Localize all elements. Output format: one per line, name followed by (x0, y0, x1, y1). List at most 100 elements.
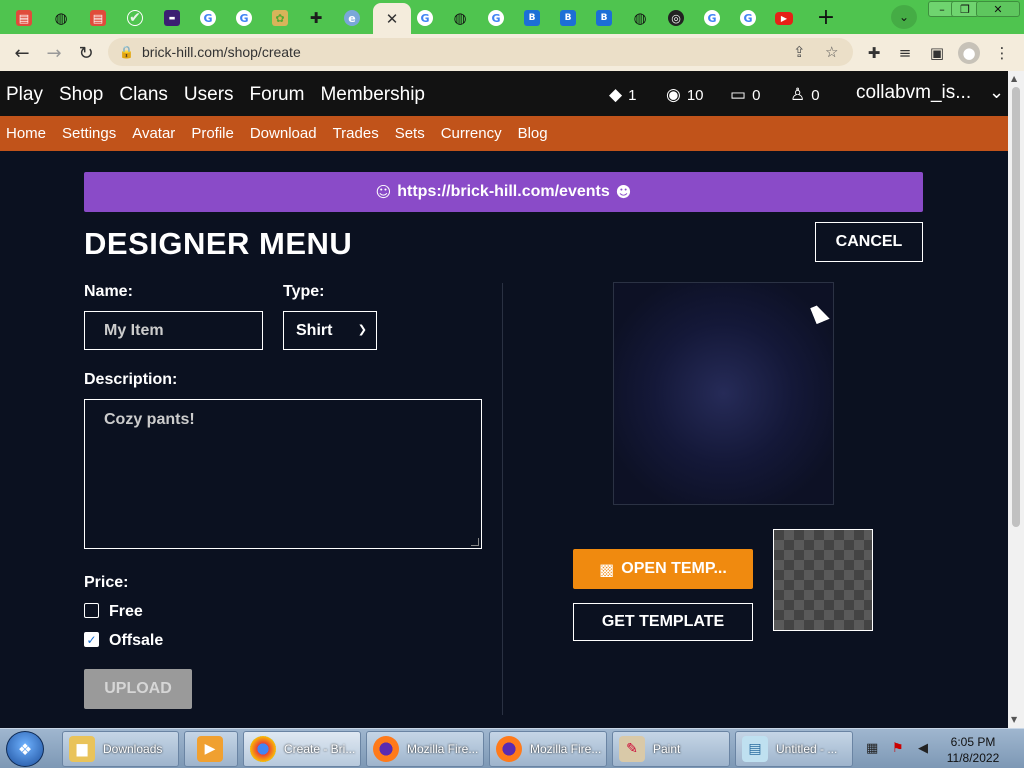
subnav-home[interactable]: Home (6, 125, 46, 142)
browser-tab[interactable]: B (517, 5, 547, 31)
browser-tab[interactable]: ◍ (46, 5, 76, 31)
url-text[interactable]: brick-hill.com/shop/create (142, 44, 301, 60)
google-icon: G (488, 10, 504, 26)
chevron-down-icon[interactable]: ⌄ (989, 82, 1004, 103)
notepad-icon: ▤ (742, 736, 768, 762)
free-checkbox[interactable] (84, 603, 99, 618)
resize-handle[interactable] (471, 538, 479, 546)
description-textarea[interactable]: Cozy pants! (84, 399, 482, 549)
subnav-blog[interactable]: Blog (518, 125, 548, 142)
browser-tab[interactable]: G (193, 5, 223, 31)
network-icon[interactable]: ▦ (866, 741, 878, 756)
address-bar[interactable]: 🔒 brick-hill.com/shop/create ⇪ ☆ (108, 38, 853, 66)
messages-count: 0 (752, 86, 761, 104)
offsale-label[interactable]: Offsale (109, 632, 163, 650)
browser-tab[interactable]: ✿ (265, 5, 295, 31)
share-icon[interactable]: ⇪ (793, 43, 806, 61)
browser-tab[interactable]: G (410, 5, 440, 31)
scroll-up-icon[interactable]: ▲ (1011, 74, 1017, 83)
subnav-currency[interactable]: Currency (441, 125, 502, 142)
taskbar-item-firefox[interactable]: Mozilla Fire... (366, 731, 484, 767)
username-menu[interactable]: collabvm_is... (856, 82, 971, 104)
browser-tab[interactable]: ▶ (769, 5, 799, 31)
plus-icon: + (816, 4, 836, 30)
taskbar-item-paint[interactable]: ✎ Paint (612, 731, 730, 767)
upload-button[interactable]: UPLOAD (84, 669, 192, 709)
browser-tab[interactable]: B (553, 5, 583, 31)
nav-clans[interactable]: Clans (119, 84, 168, 106)
type-select[interactable]: Shirt ❯ (283, 311, 377, 350)
browser-tab[interactable]: G (697, 5, 727, 31)
messages-stat[interactable]: ▭ 0 (730, 85, 760, 105)
nav-membership[interactable]: Membership (320, 84, 425, 106)
bits-stat[interactable]: ◉ 10 (666, 85, 704, 105)
subnav-profile[interactable]: Profile (191, 125, 234, 142)
nav-play[interactable]: Play (6, 84, 43, 106)
subnav-avatar[interactable]: Avatar (132, 125, 175, 142)
taskbar-item-firefox[interactable]: Mozilla Fire... (489, 731, 607, 767)
events-banner[interactable]: ☺ https://brick-hill.com/events ☻ (84, 172, 923, 212)
browser-tab[interactable]: ✔ (120, 5, 150, 31)
nav-shop[interactable]: Shop (59, 84, 103, 106)
game-icon: ✿ (272, 10, 288, 26)
restore-button[interactable]: ❐ (951, 1, 979, 17)
close-icon[interactable]: ✕ (386, 10, 399, 28)
subnav-sets[interactable]: Sets (395, 125, 425, 142)
start-button[interactable]: ❖ (6, 731, 44, 767)
side-panel-icon[interactable]: ▣ (926, 42, 948, 64)
extensions-icon[interactable]: ✚ (863, 42, 885, 64)
name-placeholder: My Item (104, 322, 164, 339)
browser-tab[interactable]: G (733, 5, 763, 31)
media-control-icon[interactable]: ≡ (894, 42, 916, 64)
tab-search-button[interactable]: ⌄ (891, 5, 917, 29)
subnav-trades[interactable]: Trades (333, 125, 379, 142)
page-scrollbar[interactable]: ▲ ▼ (1008, 71, 1024, 728)
flag-alert-icon[interactable]: ⚑ (892, 741, 904, 756)
browser-tab[interactable]: B (589, 5, 619, 31)
browser-tab-active[interactable]: ✕ (373, 3, 411, 34)
youtube-icon: ▶ (775, 11, 793, 25)
friends-stat[interactable]: ♙ 0 (790, 85, 820, 105)
browser-tab[interactable]: ▤ (9, 5, 39, 31)
open-template-button[interactable]: ▩ OPEN TEMP... (573, 549, 753, 589)
taskbar-item-downloads[interactable]: ▆ Downloads (62, 731, 179, 767)
close-window-button[interactable]: ✕ (976, 1, 1020, 17)
subnav-download[interactable]: Download (250, 125, 317, 142)
cancel-button[interactable]: CANCEL (815, 222, 923, 262)
free-label[interactable]: Free (109, 603, 143, 621)
browser-tab[interactable]: ✚ (301, 5, 331, 31)
scrollbar-thumb[interactable] (1012, 87, 1020, 527)
browser-tab[interactable]: e (337, 5, 367, 31)
browser-tab[interactable]: G (229, 5, 259, 31)
taskbar-label: Mozilla Fire... (407, 742, 479, 756)
forward-button[interactable]: → (42, 41, 66, 65)
profile-avatar-icon[interactable]: ● (958, 42, 980, 64)
system-clock[interactable]: 6:05 PM 11/8/2022 (940, 734, 1006, 766)
offsale-checkbox[interactable]: ✓ (84, 632, 99, 647)
browser-tab[interactable]: G (481, 5, 511, 31)
reload-button[interactable]: ↻ (74, 41, 98, 65)
bricks-stat[interactable]: ◆ 1 (609, 85, 636, 105)
taskbar-item-notepad[interactable]: ▤ Untitled - ... (735, 731, 853, 767)
menu-kebab-icon[interactable]: ⋮ (991, 42, 1013, 64)
name-input[interactable]: My Item (84, 311, 263, 350)
get-template-button[interactable]: GET TEMPLATE (573, 603, 753, 641)
browser-tab[interactable]: ▤ (83, 5, 113, 31)
volume-icon[interactable]: ◀ (918, 741, 928, 756)
subnav-settings[interactable]: Settings (62, 125, 116, 142)
minimize-icon: – (939, 2, 945, 16)
taskbar-item-chrome[interactable]: Create - Bri... (243, 731, 361, 767)
events-link[interactable]: https://brick-hill.com/events (397, 183, 609, 201)
nav-forum[interactable]: Forum (250, 84, 305, 106)
browser-tab[interactable]: ◍ (445, 5, 475, 31)
taskbar-item-media[interactable]: ▶ (184, 731, 238, 767)
browser-tab[interactable]: ◎ (661, 5, 691, 31)
scroll-down-icon[interactable]: ▼ (1011, 715, 1017, 724)
new-tab-button[interactable]: + (813, 4, 839, 30)
back-button[interactable]: ← (10, 41, 34, 65)
browser-tab[interactable]: ◍ (625, 5, 655, 31)
browser-tab[interactable]: ▬ (157, 5, 187, 31)
nav-users[interactable]: Users (184, 84, 234, 106)
puzzle-icon: ✚ (309, 9, 323, 27)
bookmark-star-icon[interactable]: ☆ (825, 43, 838, 61)
